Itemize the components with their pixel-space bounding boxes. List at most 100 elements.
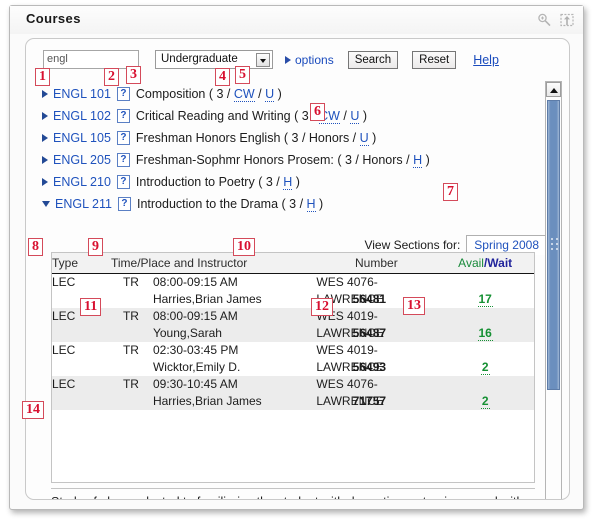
marker-1: 1 (35, 68, 50, 86)
export-icon[interactable] (559, 12, 575, 28)
section-type: LEC (52, 377, 76, 391)
course-title: Freshman-Sophmr Honors Prosem: ( 3 / Hon… (135, 153, 414, 167)
help-icon[interactable]: ? (116, 131, 130, 145)
zoom-icon[interactable] (536, 12, 552, 28)
sections-table-container: Type Time/Place and Instructor Number Av… (51, 252, 535, 483)
course-row-engl-102[interactable]: ENGL 102 ? Critical Reading and Writing … (42, 105, 534, 127)
triangle-right-icon[interactable] (42, 156, 48, 164)
section-place: WES 4076-LAWRENCE (316, 275, 384, 306)
course-title: Freshman Honors English ( 3 / Honors / (135, 131, 360, 145)
wait-header-text: Wait (487, 256, 513, 270)
window-title: Courses (26, 11, 81, 26)
marker-10: 10 (233, 238, 255, 256)
course-code[interactable]: ENGL 105 (53, 131, 111, 145)
section-time: 09:30-10:45 AM (152, 377, 238, 391)
search-input[interactable] (43, 50, 139, 69)
window-titlebar: Courses (10, 6, 583, 34)
vertical-scrollbar[interactable] (545, 81, 562, 499)
section-place: WES 4076-LAWRENCE (316, 377, 384, 408)
marker-14: 14 (22, 401, 44, 419)
marker-5: 5 (235, 66, 250, 84)
course-attr[interactable]: U (265, 87, 275, 102)
course-description-container: Study of plays selected to familiarize t… (51, 488, 535, 499)
search-button[interactable]: Search (347, 50, 399, 69)
grip-icon (551, 238, 558, 252)
course-code[interactable]: ENGL 210 (53, 175, 111, 189)
scrollbar-thumb[interactable] (547, 100, 560, 390)
course-list: ENGL 101 ? Composition ( 3 / CW / U ) EN… (42, 83, 534, 215)
course-attr[interactable]: H (306, 197, 316, 212)
reset-button[interactable]: Reset (412, 50, 457, 69)
sections-table: Type Time/Place and Instructor Number Av… (52, 253, 534, 410)
marker-7: 7 (443, 183, 458, 201)
triangle-right-icon[interactable] (42, 134, 48, 142)
course-attr[interactable]: CW (233, 87, 255, 102)
course-attr[interactable]: H (413, 153, 423, 168)
section-type: LEC (52, 275, 76, 289)
course-code[interactable]: ENGL 205 (53, 153, 111, 167)
section-instructor: Harries,Brian James (152, 292, 262, 306)
marker-6: 6 (310, 103, 325, 121)
course-row-engl-105[interactable]: ENGL 105 ? Freshman Honors English ( 3 /… (42, 127, 534, 149)
courses-window: Courses engl Undergraduate options Searc… (9, 5, 584, 510)
section-days: TR (122, 377, 139, 391)
level-select[interactable]: Undergraduate (155, 50, 273, 69)
help-icon[interactable]: ? (116, 87, 130, 101)
section-instructor: Young,Sarah (152, 326, 222, 340)
section-avail-count[interactable]: 2 (480, 360, 490, 375)
marker-3: 3 (126, 66, 141, 84)
course-row-engl-211[interactable]: ENGL 211 ? Introduction to the Drama ( 3… (42, 193, 534, 215)
titlebar-icon-group (536, 12, 575, 28)
course-row-engl-101[interactable]: ENGL 101 ? Composition ( 3 / CW / U ) (42, 83, 534, 105)
column-header-avail-wait[interactable]: Avail/Wait (436, 253, 534, 274)
scroll-up-arrow-icon[interactable] (546, 82, 561, 97)
course-title: Critical Reading and Writing ( 3 / (135, 109, 320, 123)
column-header-number[interactable]: Number (316, 253, 437, 274)
triangle-right-icon[interactable] (42, 112, 48, 120)
triangle-right-icon[interactable] (42, 90, 48, 98)
marker-4: 4 (215, 68, 230, 86)
help-link[interactable]: Help (473, 53, 499, 67)
help-icon[interactable]: ? (116, 109, 130, 123)
course-attr[interactable]: U (359, 131, 369, 146)
course-attr[interactable]: H (283, 175, 293, 190)
table-row[interactable]: LEC TR 02:30-03:45 PM Wicktor,Emily D. WE… (52, 342, 534, 376)
section-days: TR (122, 309, 139, 323)
column-header-time-place-instructor[interactable]: Time/Place and Instructor (110, 253, 317, 274)
section-avail-count[interactable]: 16 (477, 326, 493, 341)
course-title: Introduction to the Drama ( 3 / (136, 197, 307, 211)
course-code[interactable]: ENGL 102 (53, 109, 111, 123)
table-row[interactable]: LEC TR 09:30-10:45 AM Harries,Brian James… (52, 376, 534, 410)
table-row[interactable]: LEC TR 08:00-09:15 AM Harries,Brian James… (52, 274, 534, 309)
section-time: 08:00-09:15 AM (152, 309, 238, 323)
course-row-engl-210[interactable]: ENGL 210 ? Introduction to Poetry ( 3 / … (42, 171, 534, 193)
avail-header-text: Avail (458, 256, 484, 270)
section-days: TR (122, 343, 139, 357)
help-icon[interactable]: ? (117, 197, 131, 211)
marker-8: 8 (28, 238, 43, 256)
marker-11: 11 (80, 298, 102, 316)
course-attr[interactable]: U (350, 109, 360, 124)
options-toggle[interactable]: options (285, 53, 334, 67)
options-label: options (295, 52, 334, 67)
section-avail-count[interactable]: 17 (477, 292, 493, 307)
marker-12: 12 (311, 298, 333, 316)
section-avail-count[interactable]: 2 (480, 394, 490, 409)
column-header-type[interactable]: Type (52, 253, 111, 274)
triangle-right-icon[interactable] (42, 178, 48, 186)
course-code[interactable]: ENGL 211 (55, 197, 112, 211)
marker-2: 2 (104, 68, 119, 86)
course-code[interactable]: ENGL 101 (53, 87, 111, 101)
section-time: 08:00-09:15 AM (152, 275, 238, 289)
course-title: Composition ( 3 / (135, 87, 234, 101)
marker-9: 9 (88, 238, 103, 256)
help-icon[interactable]: ? (116, 175, 130, 189)
table-row[interactable]: LEC TR 08:00-09:15 AM Young,Sarah WES 401… (52, 308, 534, 342)
search-toolbar: Undergraduate options Search Reset Help (43, 50, 499, 69)
triangle-down-icon[interactable] (42, 201, 50, 207)
help-icon[interactable]: ? (116, 153, 130, 167)
section-instructor: Harries,Brian James (152, 394, 262, 408)
course-row-engl-205[interactable]: ENGL 205 ? Freshman-Sophmr Honors Prosem… (42, 149, 534, 171)
section-time: 02:30-03:45 PM (152, 343, 239, 357)
chevron-down-icon[interactable] (256, 53, 270, 67)
